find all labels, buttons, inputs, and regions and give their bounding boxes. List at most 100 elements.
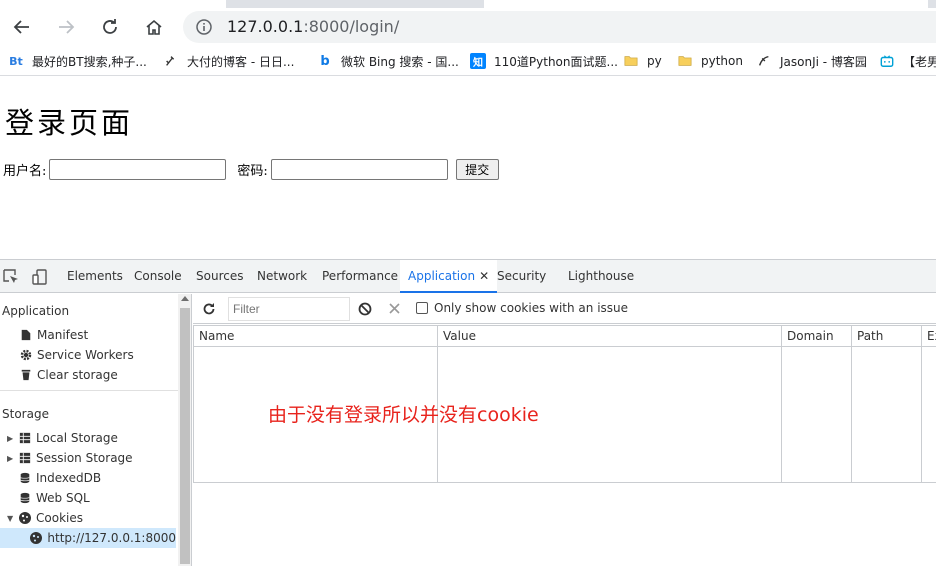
collapse-triangle-icon[interactable]: ▼ <box>7 514 17 523</box>
username-input[interactable] <box>49 159 227 180</box>
url-host: 127.0.0.1 <box>227 17 304 36</box>
sidebar-item-clear-storage[interactable]: Clear storage <box>18 365 118 385</box>
trash-icon <box>18 368 33 383</box>
sidebar-item-cookie-origin[interactable]: http://127.0.0.1:8000 <box>0 528 176 548</box>
bookmark-label: JasonJi - 博客园 <box>780 54 867 69</box>
browser-tab[interactable] <box>0 0 226 8</box>
site-info-icon[interactable] <box>195 18 213 36</box>
tab-sources[interactable]: Sources <box>196 260 243 293</box>
grid-icon <box>17 451 32 466</box>
expand-triangle-icon[interactable]: ▶ <box>7 454 17 463</box>
sidebar-item-label: http://127.0.0.1:8000 <box>47 531 176 545</box>
url-text: 127.0.0.1:8000/login/ <box>227 17 399 36</box>
cookie-icon <box>17 511 32 526</box>
cookies-panel: Only show cookies with an issue Name Val… <box>193 294 936 566</box>
column-header-name[interactable]: Name <box>194 326 438 347</box>
bookmark-item[interactable]: JasonJi - 博客园 <box>756 51 867 71</box>
submit-button[interactable]: 提交 <box>455 159 499 180</box>
sidebar-scrollbar[interactable] <box>178 294 192 566</box>
password-input[interactable] <box>270 159 448 180</box>
column-divider[interactable] <box>921 326 922 482</box>
scrollbar-thumb[interactable] <box>180 308 190 564</box>
sidebar-item-label: Local Storage <box>36 431 118 445</box>
sidebar-item-indexeddb[interactable]: IndexedDB <box>17 468 101 488</box>
page-title: 登录页面 <box>5 106 134 140</box>
tab-elements[interactable]: Elements <box>67 260 123 293</box>
folder-icon <box>677 53 693 69</box>
sidebar-item-session-storage[interactable]: ▶ Session Storage <box>7 448 133 468</box>
folder-icon <box>623 53 639 69</box>
tab-performance[interactable]: Performance <box>322 260 398 293</box>
only-issue-checkbox[interactable]: Only show cookies with an issue <box>416 301 628 315</box>
page-viewport: 登录页面 用户名: 密码: 提交 <box>0 77 936 259</box>
back-arrow-icon <box>13 20 29 34</box>
column-header-expires[interactable]: Ex <box>922 326 936 347</box>
filter-input[interactable] <box>228 297 350 321</box>
sidebar-item-label: Cookies <box>36 511 83 525</box>
bookmark-folder[interactable]: python <box>677 51 743 71</box>
bookmark-label: python <box>701 54 743 68</box>
sidebar-item-manifest[interactable]: Manifest <box>18 325 88 345</box>
column-divider[interactable] <box>781 326 782 482</box>
column-header-domain[interactable]: Domain <box>782 326 852 347</box>
bookmark-item[interactable]: b 微软 Bing 搜索 - 国... <box>317 51 459 71</box>
tab-network[interactable]: Network <box>257 260 307 293</box>
username-label: 用户名: <box>3 164 47 179</box>
delete-selected-icon[interactable] <box>389 303 400 314</box>
grid-icon <box>17 431 32 446</box>
tab-lighthouse[interactable]: Lighthouse <box>568 260 634 293</box>
bookmark-label: py <box>647 54 662 68</box>
cookie-icon <box>29 531 43 546</box>
sidebar-section-storage: Storage <box>2 407 49 421</box>
bookmark-item[interactable]: 大付的博客 - 日日... <box>163 51 294 71</box>
tab-application[interactable]: Application ✕ <box>400 260 498 293</box>
gear-icon <box>18 348 33 363</box>
blog-icon <box>163 53 179 69</box>
tab-console[interactable]: Console <box>134 260 182 293</box>
inspect-element-icon[interactable] <box>2 268 20 286</box>
zhihu-icon: 知 <box>470 53 486 69</box>
reload-button[interactable] <box>95 12 125 42</box>
sidebar-item-cookies[interactable]: ▼ Cookies <box>7 508 83 528</box>
checkbox-box[interactable] <box>416 302 428 314</box>
browser-toolbar: 127.0.0.1:8000/login/ <box>0 8 936 46</box>
home-button[interactable] <box>139 12 169 42</box>
sidebar-item-label: Web SQL <box>36 491 90 505</box>
expand-triangle-icon[interactable]: ▶ <box>7 434 17 443</box>
close-tab-icon[interactable]: ✕ <box>479 269 489 283</box>
sidebar-item-label: Session Storage <box>36 451 133 465</box>
bookmark-item[interactable]: Bt 最好的BT搜索,种子... <box>8 51 147 71</box>
database-icon <box>17 471 32 486</box>
bookmark-label: 大付的博客 - 日日... <box>187 54 295 69</box>
sidebar-item-label: Clear storage <box>37 368 118 382</box>
login-form: 用户名: 密码: 提交 <box>3 159 499 180</box>
bookmark-item[interactable]: 【老男 <box>879 51 936 71</box>
bookmark-label: 最好的BT搜索,种子... <box>32 54 147 69</box>
device-toolbar-icon[interactable] <box>31 268 49 286</box>
back-button[interactable] <box>7 12 37 42</box>
bookmark-folder[interactable]: py <box>623 51 662 71</box>
tab-security[interactable]: Security <box>497 260 546 293</box>
bilibili-icon <box>879 53 895 69</box>
scroll-up-arrow-icon[interactable] <box>181 296 189 301</box>
column-header-path[interactable]: Path <box>852 326 922 347</box>
bookmarks-bar: Bt 最好的BT搜索,种子... 大付的博客 - 日日... b 微软 Bing… <box>0 46 936 76</box>
browser-tab[interactable] <box>484 0 928 8</box>
sidebar-divider <box>0 390 178 391</box>
address-bar[interactable]: 127.0.0.1:8000/login/ <box>183 11 936 43</box>
sidebar-item-local-storage[interactable]: ▶ Local Storage <box>7 428 118 448</box>
column-header-value[interactable]: Value <box>438 326 782 347</box>
sidebar-item-label: Manifest <box>37 328 89 342</box>
password-label: 密码: <box>237 164 268 179</box>
bookmark-label: 微软 Bing 搜索 - 国... <box>341 54 459 69</box>
clear-all-icon[interactable] <box>358 302 372 316</box>
bookmark-label: 110道Python面试题... <box>494 54 618 69</box>
column-divider[interactable] <box>851 326 852 482</box>
forward-button[interactable] <box>51 12 81 42</box>
refresh-icon[interactable] <box>202 302 216 316</box>
bing-icon: b <box>320 53 330 69</box>
bookmark-item[interactable]: 知 110道Python面试题... <box>470 51 618 71</box>
table-header: Name Value Domain Path Ex <box>194 326 936 347</box>
sidebar-item-web-sql[interactable]: Web SQL <box>17 488 90 508</box>
sidebar-item-service-workers[interactable]: Service Workers <box>18 345 134 365</box>
